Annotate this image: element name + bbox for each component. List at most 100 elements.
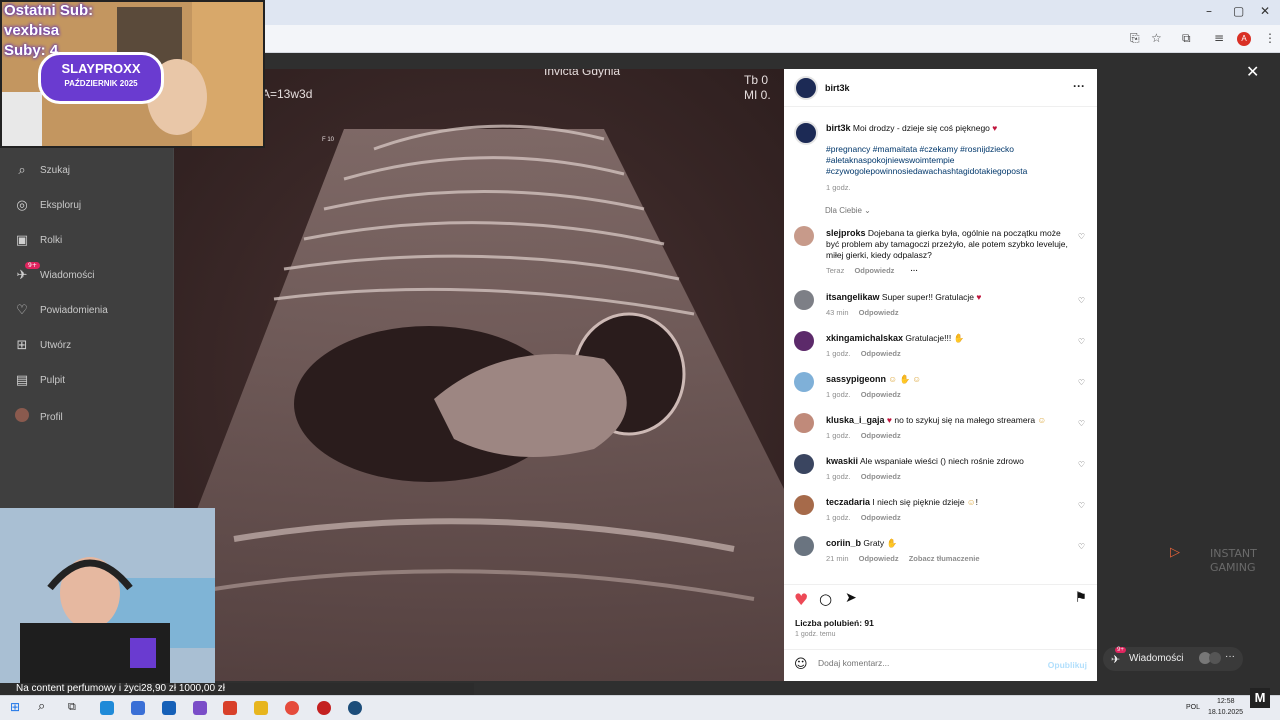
author-avatar[interactable] <box>794 121 818 145</box>
reply-button[interactable]: Odpowiedz <box>859 554 899 563</box>
sidebar-item-reels[interactable]: ▣ Rolki <box>14 233 62 248</box>
comment-more-icon[interactable]: ··· <box>911 266 919 275</box>
close-icon[interactable]: ✕ <box>1246 62 1259 81</box>
close-window-icon[interactable]: ✕ <box>1260 4 1270 18</box>
caption-hashtags[interactable]: #pregnancy #mamaitata #czekamy #rosnijdz… <box>826 144 1066 177</box>
author-username[interactable]: birt3k <box>825 83 850 93</box>
app-icon[interactable] <box>223 701 237 715</box>
likes-count[interactable]: Liczba polubień: 91 <box>795 618 874 628</box>
last-sub-name: vexbisa <box>4 22 60 39</box>
app-icon[interactable] <box>193 701 207 715</box>
commenter-avatar[interactable] <box>794 226 814 246</box>
commenter-avatar[interactable] <box>794 454 814 474</box>
see-translation-button[interactable]: Zobacz tłumaczenie <box>909 554 980 563</box>
comment-text: Super super!! Gratulacje <box>881 292 975 302</box>
commenter-username[interactable]: sassypigeonn <box>826 374 886 384</box>
comment-time: 1 godz. <box>826 390 851 399</box>
commenter-avatar[interactable] <box>794 413 814 433</box>
search-icon[interactable]: ⌕ <box>38 699 45 714</box>
like-comment-heart-icon[interactable]: ♡ <box>1078 501 1085 510</box>
commenter-username[interactable]: xkingamichalskax <box>826 333 903 343</box>
watermark-line2: GAMING <box>1210 561 1256 574</box>
caption-username[interactable]: birt3k <box>826 123 851 133</box>
sidebar-item-create[interactable]: ⊞ Utwórz <box>14 338 72 353</box>
minimize-icon[interactable]: – <box>1206 4 1212 18</box>
edge-icon[interactable] <box>100 701 114 715</box>
more-options-icon[interactable]: ··· <box>1073 79 1085 93</box>
reply-button[interactable]: Odpowiedz <box>861 390 901 399</box>
comments-list[interactable]: birt3k Moi drodzy - dzieje się coś piękn… <box>784 109 1097 581</box>
maximize-icon[interactable]: ▢ <box>1233 4 1244 18</box>
steam-icon[interactable] <box>348 701 362 715</box>
comment-input[interactable] <box>818 658 1038 668</box>
reply-button[interactable]: Odpowiedz <box>861 431 901 440</box>
messages-badge: 9+ <box>1115 647 1126 653</box>
chrome-icon[interactable] <box>285 701 299 715</box>
sidebar-item-explore[interactable]: ◎ Eksploruj <box>14 198 81 213</box>
like-comment-heart-icon[interactable]: ♡ <box>1078 542 1085 551</box>
sidebar-item-dashboard[interactable]: ▤ Pulpit <box>14 373 65 388</box>
reply-button[interactable]: Odpowiedz <box>861 513 901 522</box>
like-comment-heart-icon[interactable]: ♡ <box>1078 337 1085 346</box>
author-avatar[interactable] <box>794 76 818 100</box>
commenter-username[interactable]: itsangelikaw <box>826 292 880 302</box>
search-icon: ⌕ <box>18 163 26 178</box>
sidebar-item-label: Pulpit <box>40 375 66 386</box>
install-app-icon[interactable]: ⎘ <box>1130 31 1140 46</box>
reply-button[interactable]: Odpowiedz <box>854 266 894 275</box>
commenter-avatar[interactable] <box>794 290 814 310</box>
red-heart-emoji: ♥ <box>886 415 892 425</box>
sort-comments[interactable]: Dla Ciebie ⌄ <box>825 206 871 215</box>
commenter-avatar[interactable] <box>794 331 814 351</box>
more-menu-icon[interactable]: ⋮ <box>1264 31 1276 45</box>
commenter-username[interactable]: kluska_i_gaja <box>826 415 885 425</box>
commenter-avatar[interactable] <box>794 536 814 556</box>
windows-start-icon[interactable]: ⊞ <box>10 700 20 714</box>
dashboard-icon: ▤ <box>15 373 29 388</box>
like-comment-heart-icon[interactable]: ♡ <box>1078 419 1085 428</box>
like-comment-heart-icon[interactable]: ♡ <box>1078 378 1085 387</box>
sort-label: Dla Ciebie <box>825 206 862 215</box>
reply-button[interactable]: Odpowiedz <box>861 349 901 358</box>
outlook-icon[interactable] <box>162 701 176 715</box>
commenter-username[interactable]: coriin_b <box>826 538 861 548</box>
emoji-picker-icon[interactable]: ☺ <box>794 657 808 672</box>
share-send-icon[interactable]: ➤ <box>845 590 857 606</box>
extensions-icon[interactable]: ⧉ <box>1182 31 1191 46</box>
messages-pill[interactable]: ✈ 9+ Wiadomości ··· <box>1103 647 1243 671</box>
post-panel: birt3k ··· birt3k Moi drodzy - dzieje si… <box>784 69 1097 681</box>
sidebar-item-search[interactable]: ⌕ Szukaj <box>14 163 70 178</box>
commenter-avatar[interactable] <box>794 372 814 392</box>
sidebar-item-label: Profil <box>40 411 63 423</box>
tab-search-icon[interactable]: ≡ <box>1214 31 1224 45</box>
bookmark-star-icon[interactable]: ☆ <box>1151 31 1162 45</box>
store-icon[interactable] <box>131 701 145 715</box>
commenter-username[interactable]: teczadaria <box>826 497 870 507</box>
post-image: Invicta Gdynia A=13w3d Tb 0 MI 0. F 10 <box>174 69 784 681</box>
sidebar-item-messages[interactable]: ✈ 9+ Wiadomości <box>14 262 94 283</box>
commenter-username[interactable]: slejproks <box>826 228 866 238</box>
like-heart-icon[interactable]: ♥ <box>794 590 808 609</box>
clock-date[interactable]: 18.10.2025 <box>1208 709 1243 716</box>
comment-bubble-icon[interactable]: ○ <box>819 590 832 608</box>
heart-icon: ♡ <box>16 303 28 318</box>
sidebar-item-notifications[interactable]: ♡ Powiadomienia <box>14 303 108 318</box>
file-explorer-icon[interactable] <box>254 701 268 715</box>
commenter-avatar[interactable] <box>794 495 814 515</box>
publish-button[interactable]: Opublikuj <box>1048 660 1087 670</box>
compass-icon: ◎ <box>16 198 28 213</box>
reply-button[interactable]: Odpowiedz <box>859 308 899 317</box>
language-indicator[interactable]: POL <box>1186 704 1200 711</box>
like-comment-heart-icon[interactable]: ♡ <box>1078 232 1085 241</box>
reply-button[interactable]: Odpowiedz <box>861 472 901 481</box>
like-comment-heart-icon[interactable]: ♡ <box>1078 296 1085 305</box>
commenter-username[interactable]: kwaskii <box>826 456 858 466</box>
clock-time[interactable]: 12:58 <box>1217 698 1235 705</box>
like-comment-heart-icon[interactable]: ♡ <box>1078 460 1085 469</box>
task-view-icon[interactable]: ⧉ <box>68 700 76 714</box>
comment-time: 1 godz. <box>826 513 851 522</box>
profile-avatar-icon[interactable]: A <box>1237 32 1251 46</box>
app-icon[interactable] <box>317 701 331 715</box>
save-bookmark-icon[interactable]: ⚑ <box>1074 590 1087 606</box>
sidebar-item-profile[interactable]: Profil <box>14 408 63 426</box>
